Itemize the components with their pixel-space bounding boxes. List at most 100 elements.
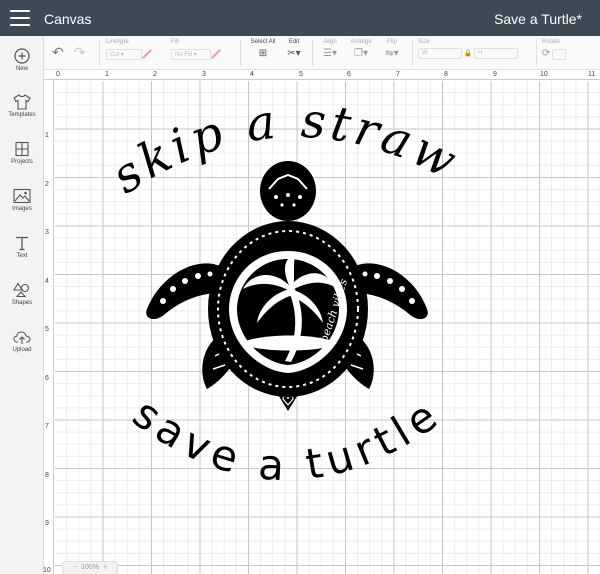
arrange-icon: ❐▾ — [354, 48, 368, 59]
height-label: H — [478, 50, 483, 56]
fill-pen-icon — [211, 49, 221, 59]
toolbar-divider — [99, 40, 100, 66]
sidebar-item-label: Images — [12, 206, 32, 212]
ruler-label: 3 — [202, 71, 206, 78]
ruler-label: 1 — [105, 71, 109, 78]
align-button[interactable]: Align ☰▾ — [318, 39, 342, 59]
sidebar-item-label: Shapes — [11, 300, 33, 306]
scissors-icon: ✂▾ — [287, 48, 301, 59]
redo-icon[interactable]: ↷ — [74, 44, 96, 60]
turtle-design[interactable]: skip a straw save a turtle beach vibes — [55, 81, 600, 574]
sidebar-item-upload[interactable]: Upload — [0, 329, 44, 353]
undo-redo-group: ↶↷ — [52, 44, 95, 61]
sidebar-item-images[interactable]: Images — [0, 188, 44, 212]
select-all-label: Select All — [250, 39, 276, 45]
linetype-pen-icon — [142, 49, 152, 59]
edit-button[interactable]: Edit ✂▾ — [282, 39, 306, 59]
app-title: Canvas — [44, 11, 92, 27]
ruler-label: 8 — [45, 472, 49, 479]
fill-value: No Fill — [175, 51, 193, 58]
image-icon — [13, 188, 31, 204]
sidebar-item-label: New — [15, 66, 28, 72]
width-input[interactable]: W — [418, 48, 462, 59]
rotate-input[interactable] — [552, 48, 567, 60]
rotate-icon[interactable]: ⟳ — [542, 48, 550, 59]
select-all-button[interactable]: Select All ⊞ — [246, 39, 280, 59]
sidebar-item-projects[interactable]: Projects — [0, 141, 44, 165]
ruler-label: 1 — [45, 132, 49, 139]
size-control: Size W 🔒 H — [418, 39, 522, 59]
zoom-level: 100% — [81, 564, 99, 571]
ruler-label: 6 — [45, 375, 49, 382]
rotate-control: Rotate ⟳ — [542, 39, 576, 60]
ruler-label: 10 — [43, 567, 51, 574]
sea-turtle-graphic[interactable]: beach vibes — [146, 161, 428, 411]
sidebar-item-templates[interactable]: Templates — [0, 94, 44, 118]
rotate-label: Rotate — [542, 39, 560, 45]
size-label: Size — [418, 39, 430, 45]
zoom-in-button[interactable]: + — [103, 564, 107, 571]
menu-icon[interactable] — [10, 10, 30, 26]
lock-icon[interactable]: 🔒 — [464, 49, 473, 57]
ruler-label: 4 — [45, 278, 49, 285]
flip-button[interactable]: Flip ⇋▾ — [382, 39, 402, 59]
ruler-left: 1 2 3 4 5 6 7 8 9 10 — [43, 80, 54, 574]
shapes-icon — [13, 282, 30, 298]
flip-label: Flip — [387, 39, 397, 45]
linetype-value: Cut — [110, 51, 120, 58]
ruler-label: 7 — [45, 423, 49, 430]
project-title[interactable]: Save a Turtle* — [494, 11, 582, 27]
projects-icon — [15, 141, 29, 157]
width-label: W — [422, 50, 428, 56]
toolbar-divider — [312, 40, 313, 66]
zoom-control: −100% + — [62, 561, 119, 574]
toolbar-divider — [240, 40, 241, 66]
fill-control[interactable]: Fill No Fill ▾ — [171, 39, 229, 60]
fill-select[interactable]: No Fill ▾ — [171, 48, 211, 60]
select-all-icon: ⊞ — [258, 48, 268, 59]
sidebar-item-new[interactable]: New — [0, 48, 44, 72]
linetype-select[interactable]: Cut ▾ — [106, 48, 142, 60]
undo-icon[interactable]: ↶ — [52, 44, 74, 60]
plus-circle-icon — [14, 48, 30, 64]
sidebar-item-shapes[interactable]: Shapes — [0, 282, 44, 306]
sidebar-item-label: Projects — [11, 159, 33, 165]
ruler-label: 7 — [396, 71, 400, 78]
toolbar: ↶↷ Linetype Cut ▾ Fill No Fill ▾ Select … — [44, 36, 600, 70]
ruler-top: 0 1 2 3 4 5 6 7 8 9 10 11 — [44, 70, 600, 80]
text-icon — [16, 236, 28, 251]
ruler-label: 2 — [45, 181, 49, 188]
ruler-label: 4 — [250, 71, 254, 78]
height-input[interactable]: H — [474, 48, 519, 59]
ruler-label: 8 — [444, 71, 448, 78]
ruler-label: 5 — [299, 71, 303, 78]
sidebar-item-label: Text — [16, 253, 28, 259]
sidebar-item-label: Upload — [12, 347, 32, 353]
align-label: Align — [323, 39, 337, 45]
sidebar-item-text[interactable]: Text — [0, 235, 44, 259]
tshirt-icon — [13, 94, 31, 110]
left-sidebar: New Templates Projects Images Text Shape… — [0, 36, 44, 574]
ruler-label: 9 — [45, 520, 49, 527]
ruler-label: 2 — [153, 71, 157, 78]
ruler-label: 0 — [56, 71, 60, 78]
arrange-button[interactable]: Arrange ❐▾ — [346, 39, 376, 59]
ruler-label: 6 — [347, 71, 351, 78]
ruler-label: 10 — [540, 71, 548, 78]
header-bar: Canvas Save a Turtle* — [0, 0, 600, 36]
ruler-label: 5 — [45, 326, 49, 333]
ruler-label: 11 — [588, 71, 596, 78]
edit-label: Edit — [288, 39, 300, 45]
linetype-label: Linetype — [106, 39, 129, 45]
zoom-out-button[interactable]: − — [73, 564, 77, 571]
toolbar-divider — [536, 40, 537, 66]
toolbar-divider — [412, 40, 413, 66]
ruler-label: 9 — [493, 71, 497, 78]
flip-icon: ⇋▾ — [385, 48, 399, 59]
fill-label: Fill — [171, 39, 179, 45]
align-icon: ☰▾ — [323, 48, 337, 59]
sidebar-item-label: Templates — [8, 112, 36, 118]
cloud-upload-icon — [13, 331, 31, 344]
arrange-label: Arrange — [350, 39, 372, 45]
linetype-control[interactable]: Linetype Cut ▾ — [106, 39, 154, 60]
